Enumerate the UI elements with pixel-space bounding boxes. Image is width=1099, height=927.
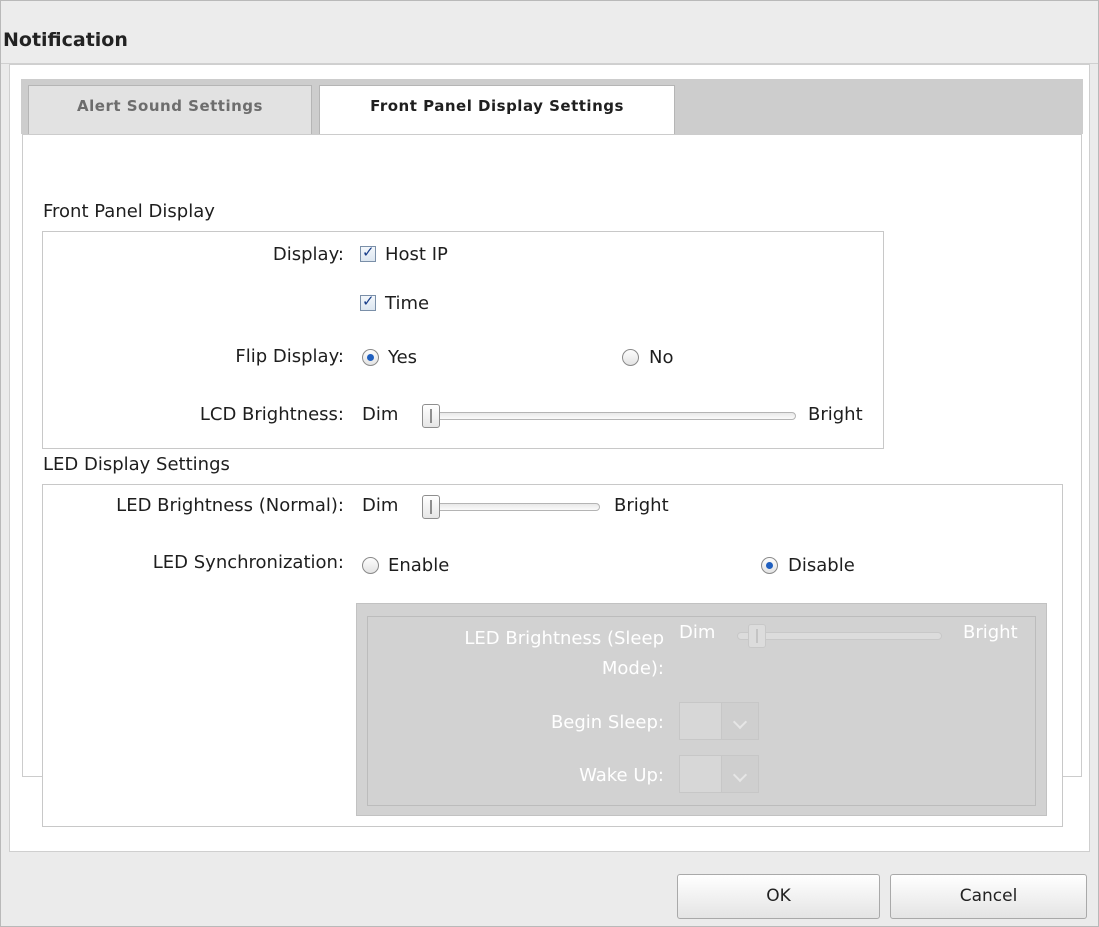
flip-no-label: No	[649, 347, 674, 368]
sync-disable-label: Disable	[788, 555, 855, 576]
lcd-brightness-slider-handle[interactable]	[422, 404, 440, 428]
sleep-bright-label: Bright	[963, 622, 1018, 643]
host-ip-label: Host IP	[385, 244, 448, 265]
led-brightness-sleep-slider-handle	[748, 624, 766, 648]
begin-sleep-label: Begin Sleep:	[550, 712, 664, 733]
tab-front-panel-display-settings[interactable]: Front Panel Display Settings	[319, 85, 675, 135]
sleep-dim-label: Dim	[679, 622, 716, 643]
flip-no-radio[interactable]	[622, 349, 639, 366]
lcd-brightness-label: LCD Brightness:	[199, 404, 344, 425]
lcd-dim-label: Dim	[362, 404, 399, 425]
led-synchronization-label: LED Synchronization:	[152, 552, 344, 573]
led-section-title: LED Display Settings	[43, 454, 230, 475]
display-label: Display:	[272, 244, 344, 265]
lcd-brightness-slider[interactable]	[422, 412, 796, 420]
flip-display-label: Flip Display:	[235, 346, 344, 367]
chevron-down-icon	[721, 703, 758, 739]
wake-up-select	[679, 755, 759, 793]
wake-up-label: Wake Up:	[579, 765, 664, 786]
tab-strip: Alert Sound Settings Front Panel Display…	[21, 79, 1083, 135]
cancel-button[interactable]: Cancel	[890, 874, 1087, 919]
sync-enable-label: Enable	[388, 555, 450, 576]
dialog-titlebar: Notification	[1, 1, 1098, 64]
flip-yes-radio[interactable]	[362, 349, 379, 366]
chevron-down-icon	[721, 756, 758, 792]
sync-disable-radio[interactable]	[761, 557, 778, 574]
led-brightness-normal-slider-handle[interactable]	[422, 495, 440, 519]
time-label: Time	[385, 293, 430, 314]
led-normal-bright-label: Bright	[614, 495, 669, 516]
led-brightness-normal-slider[interactable]	[422, 503, 600, 511]
lcd-bright-label: Bright	[808, 404, 863, 425]
led-brightness-normal-label: LED Brightness (Normal):	[116, 495, 344, 516]
led-brightness-sleep-label-cont: Mode):	[601, 658, 664, 679]
time-checkbox[interactable]	[360, 292, 376, 311]
sync-enable-radio[interactable]	[362, 557, 379, 574]
tab-alert-sound-settings[interactable]: Alert Sound Settings	[28, 85, 312, 134]
led-brightness-sleep-slider	[737, 632, 942, 640]
front-panel-section-title: Front Panel Display	[43, 201, 215, 222]
notification-dialog: Notification ? Alert Sound Settings Fron…	[0, 0, 1099, 927]
ok-button[interactable]: OK	[677, 874, 880, 919]
dialog-title: Notification	[3, 29, 128, 51]
led-normal-dim-label: Dim	[362, 495, 399, 516]
led-brightness-sleep-label: LED Brightness (Sleep	[464, 628, 664, 649]
flip-yes-label: Yes	[388, 347, 418, 368]
host-ip-checkbox[interactable]	[360, 243, 376, 262]
begin-sleep-select	[679, 702, 759, 740]
